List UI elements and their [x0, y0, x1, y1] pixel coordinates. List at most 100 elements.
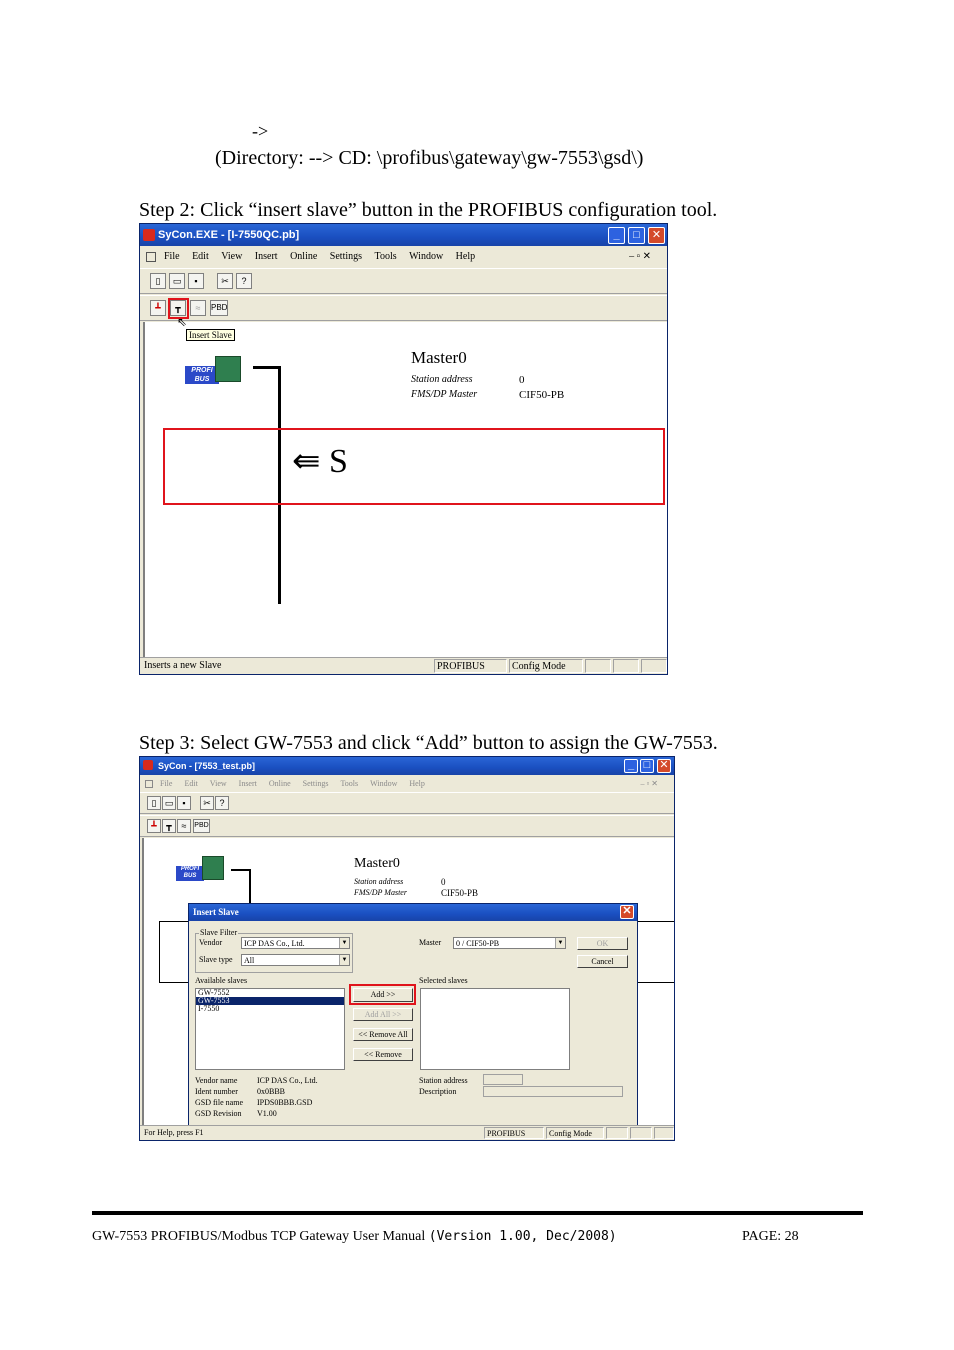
mdi-controls-icon[interactable]: – ▫ ✕ — [629, 248, 651, 266]
status-mode: Config Mode — [509, 659, 583, 673]
available-slaves-list[interactable]: GW-7552 GW-7553 I-7550 — [195, 988, 345, 1070]
app-icon — [143, 229, 155, 241]
menu-view[interactable]: View — [221, 248, 242, 266]
master-select[interactable]: 0 / CIF50-PB ▼ — [453, 937, 566, 949]
doc-icon — [145, 780, 153, 788]
pbd-button[interactable]: PBD — [210, 300, 228, 316]
menu-insert[interactable]: Insert — [255, 248, 278, 266]
menu-tools[interactable]: Tools — [375, 248, 397, 266]
ok-button[interactable]: OK — [577, 937, 628, 950]
status-text: Inserts a new Slave — [144, 660, 222, 671]
save-icon[interactable]: ▪ — [188, 273, 204, 289]
dialog-title-bar: Insert Slave ✕ — [189, 904, 637, 921]
mdi-controls-icon[interactable]: – ▫ ✕ — [640, 777, 658, 791]
insert-master-icon[interactable]: ┻ — [147, 819, 161, 833]
slave-slot-highlight — [163, 428, 665, 505]
master-type-value: CIF50-PB — [519, 389, 565, 401]
cut-icon[interactable]: ✂ — [200, 796, 214, 810]
gsd-revision-value: V1.00 — [257, 1109, 277, 1118]
insert-slave-dialog: Insert Slave ✕ Slave Filter Vendor ICP D… — [188, 903, 638, 1128]
status-cell-empty — [641, 659, 667, 673]
cut-icon[interactable]: ✂ — [217, 273, 233, 289]
menu-window[interactable]: Window — [370, 777, 397, 791]
dialog-close-icon[interactable]: ✕ — [620, 905, 634, 919]
add-all-button[interactable]: Add All >> — [353, 1008, 413, 1021]
dropdown-arrow-icon: ▼ — [339, 955, 349, 965]
insert-drop-icon[interactable]: ≈ — [190, 300, 206, 316]
master-type-value: CIF50-PB — [441, 888, 479, 898]
profibus-toolbar: ┻ ┳ ≈ PBD — [140, 295, 667, 321]
menu-insert[interactable]: Insert — [239, 777, 257, 791]
arrow-line: -> — [252, 121, 269, 141]
menu-view[interactable]: View — [210, 777, 227, 791]
tooltip: Insert Slave — [186, 329, 235, 341]
menu-tools[interactable]: Tools — [340, 777, 358, 791]
slave-filter-label: Slave Filter — [199, 928, 239, 937]
menu-settings[interactable]: Settings — [330, 248, 362, 266]
close-icon[interactable]: ✕ — [648, 227, 665, 244]
standard-toolbar: ▯ ▭ ▪ ✂ ? — [140, 268, 667, 294]
gsd-file-label: GSD file name — [195, 1098, 243, 1107]
insert-master-icon[interactable]: ┻ — [150, 300, 166, 316]
maximize-icon[interactable]: □ — [628, 227, 645, 244]
master-label: Master — [419, 938, 442, 947]
menu-help[interactable]: Help — [456, 248, 475, 266]
dialog-title: Insert Slave — [193, 907, 239, 917]
cancel-button[interactable]: Cancel — [577, 955, 628, 968]
dropdown-arrow-icon: ▼ — [555, 938, 565, 948]
menu-help[interactable]: Help — [409, 777, 425, 791]
menu-edit[interactable]: Edit — [184, 777, 197, 791]
available-slaves-label: Available slaves — [195, 976, 248, 985]
footer-page-number: PAGE: 28 — [742, 1229, 799, 1244]
status-bar: For Help, press F1 PROFIBUS Config Mode — [140, 1125, 674, 1140]
status-cell-empty — [654, 1127, 674, 1139]
help-icon[interactable]: ? — [236, 273, 252, 289]
master-name: Master0 — [354, 856, 400, 871]
station-address-input[interactable] — [483, 1074, 523, 1085]
maximize-icon[interactable]: □ — [640, 759, 654, 773]
save-icon[interactable]: ▪ — [177, 796, 191, 810]
step3-text: Step 3: Select GW-7553 and click “Add” b… — [139, 732, 718, 754]
step2-text: Step 2: Click “insert slave” button in t… — [139, 199, 718, 221]
master-card-icon[interactable]: PROFI BUS — [185, 356, 243, 386]
new-icon[interactable]: ▯ — [150, 273, 166, 289]
menu-edit[interactable]: Edit — [192, 248, 209, 266]
menu-window[interactable]: Window — [409, 248, 443, 266]
close-icon[interactable]: ✕ — [657, 759, 671, 773]
master-card-icon[interactable]: PROFI BUS — [176, 856, 226, 884]
new-icon[interactable]: ▯ — [147, 796, 161, 810]
footer-rule — [92, 1211, 863, 1215]
status-profibus: PROFIBUS — [484, 1127, 544, 1139]
insert-drop-icon[interactable]: ≈ — [177, 819, 191, 833]
station-address-label: Station address — [411, 374, 473, 385]
description-label: Description — [419, 1087, 457, 1096]
directory-line: (Directory: --> CD: \profibus\gateway\gw… — [215, 147, 644, 169]
footer-manual-title: GW-7553 PROFIBUS/Modbus TCP Gateway User… — [92, 1229, 617, 1245]
standard-toolbar: ▯ ▭ ▪ ✂ ? — [140, 792, 674, 814]
selected-slaves-list[interactable] — [420, 988, 570, 1070]
remove-button[interactable]: << Remove — [353, 1048, 413, 1061]
remove-all-button[interactable]: << Remove All — [353, 1028, 413, 1041]
open-icon[interactable]: ▭ — [169, 273, 185, 289]
gsd-revision-label: GSD Revision — [195, 1109, 242, 1118]
menu-settings[interactable]: Settings — [303, 777, 329, 791]
description-input[interactable] — [483, 1086, 623, 1097]
menu-file[interactable]: File — [164, 248, 180, 266]
insert-slave-icon[interactable]: ┳ — [162, 819, 176, 833]
vendor-label: Vendor — [199, 938, 223, 947]
slave-type-label: Slave type — [199, 955, 233, 964]
menu-online[interactable]: Online — [269, 777, 291, 791]
status-text: For Help, press F1 — [144, 1128, 204, 1137]
menu-file[interactable]: File — [160, 777, 172, 791]
vendor-select[interactable]: ICP DAS Co., Ltd. ▼ — [241, 937, 350, 949]
minimize-icon[interactable]: _ — [624, 759, 638, 773]
pbd-button[interactable]: PBD — [193, 819, 210, 833]
minimize-icon[interactable]: _ — [608, 227, 625, 244]
menu-online[interactable]: Online — [290, 248, 317, 266]
status-profibus: PROFIBUS — [434, 659, 507, 673]
open-icon[interactable]: ▭ — [162, 796, 176, 810]
list-item[interactable]: I-7550 — [196, 1005, 344, 1013]
slave-type-select[interactable]: All ▼ — [241, 954, 350, 966]
window-title: SyCon - [7553_test.pb] — [158, 761, 256, 771]
help-icon[interactable]: ? — [215, 796, 229, 810]
